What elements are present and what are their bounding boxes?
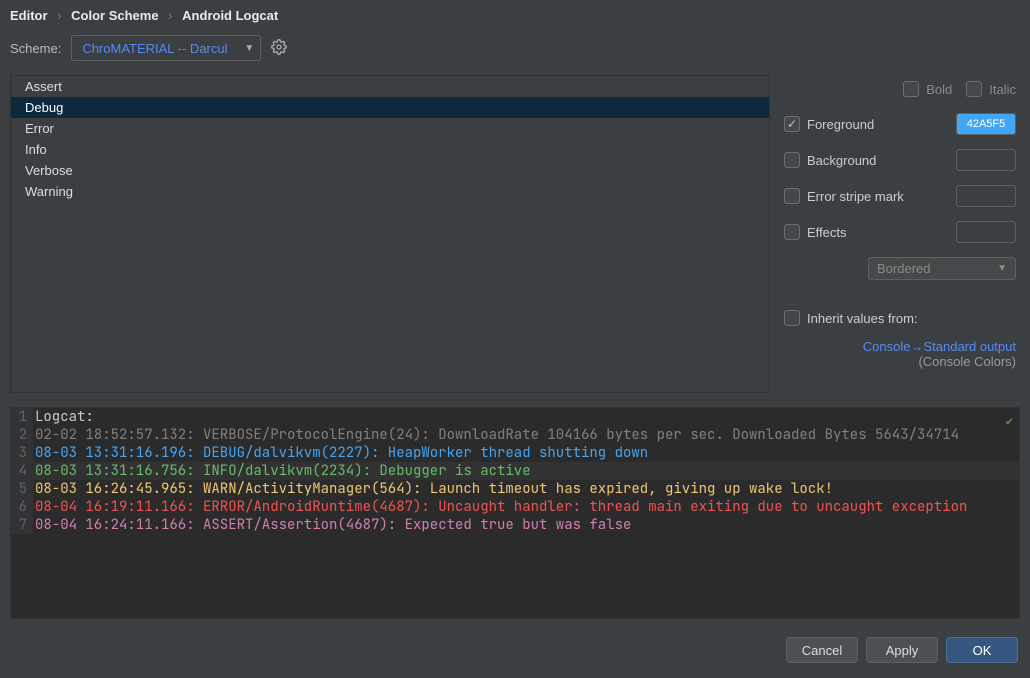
checkbox-icon xyxy=(784,188,800,204)
bold-checkbox[interactable]: Bold xyxy=(903,81,952,97)
apply-button[interactable]: Apply xyxy=(866,637,938,663)
gutter: 2 xyxy=(11,426,33,444)
preview-text: 02-02 18:52:57.132: VERBOSE/ProtocolEngi… xyxy=(33,426,1019,444)
category-item-assert[interactable]: Assert xyxy=(11,76,769,97)
background-checkbox[interactable]: Background xyxy=(784,152,876,168)
category-item-info[interactable]: Info xyxy=(11,139,769,160)
inherit-link[interactable]: Console→Standard output xyxy=(863,339,1016,354)
chevron-down-icon: ▼ xyxy=(244,43,254,54)
checkbox-icon xyxy=(903,81,919,97)
error-stripe-swatch[interactable] xyxy=(956,185,1016,207)
preview-line: 202-02 18:52:57.132: VERBOSE/ProtocolEng… xyxy=(11,426,1019,444)
effects-checkbox[interactable]: Effects xyxy=(784,224,847,240)
breadcrumb-editor[interactable]: Editor xyxy=(10,8,48,23)
inherit-label: Inherit values from: xyxy=(807,311,918,326)
preview-text: 08-04 16:19:11.166: ERROR/AndroidRuntime… xyxy=(33,498,1019,516)
preview-title: Logcat: xyxy=(33,408,1019,426)
gear-icon[interactable] xyxy=(271,39,287,58)
scheme-label: Scheme: xyxy=(10,41,61,56)
chevron-down-icon: ▼ xyxy=(997,263,1007,274)
gutter: 7 xyxy=(11,516,33,534)
preview-line: 308-03 13:31:16.196: DEBUG/dalvikvm(2227… xyxy=(11,444,1019,462)
cancel-button[interactable]: Cancel xyxy=(786,637,858,663)
category-item-error[interactable]: Error xyxy=(11,118,769,139)
foreground-swatch[interactable]: 42A5F5 xyxy=(956,113,1016,135)
preview-line: 708-04 16:24:11.166: ASSERT/Assertion(46… xyxy=(11,516,1019,534)
foreground-label: Foreground xyxy=(807,117,874,132)
checkbox-checked-icon: ✓ xyxy=(784,116,800,132)
background-label: Background xyxy=(807,153,876,168)
preview-line: 408-03 13:31:16.756: INFO/dalvikvm(2234)… xyxy=(11,462,1019,480)
gutter: 4 xyxy=(11,462,33,480)
italic-checkbox[interactable]: Italic xyxy=(966,81,1016,97)
bold-label: Bold xyxy=(926,82,952,97)
effects-type-value: Bordered xyxy=(877,261,930,276)
gutter: 5 xyxy=(11,480,33,498)
breadcrumb-android-logcat[interactable]: Android Logcat xyxy=(182,8,278,23)
background-swatch[interactable] xyxy=(956,149,1016,171)
effects-label: Effects xyxy=(807,225,847,240)
category-list[interactable]: AssertDebugErrorInfoVerboseWarning xyxy=(10,75,770,393)
ok-button[interactable]: OK xyxy=(946,637,1018,663)
preview-pane: ✔ 1 Logcat: 202-02 18:52:57.132: VERBOSE… xyxy=(10,407,1020,619)
category-item-warning[interactable]: Warning xyxy=(11,181,769,202)
inherit-sub: (Console Colors) xyxy=(784,354,1016,369)
check-icon: ✔ xyxy=(1006,412,1013,430)
gutter: 6 xyxy=(11,498,33,516)
preview-text: 08-03 13:31:16.196: DEBUG/dalvikvm(2227)… xyxy=(33,444,1019,462)
gutter: 1 xyxy=(11,408,33,426)
breadcrumb-sep-icon: › xyxy=(51,8,67,23)
category-item-verbose[interactable]: Verbose xyxy=(11,160,769,181)
checkbox-icon xyxy=(784,152,800,168)
preview-text: 08-03 16:26:45.965: WARN/ActivityManager… xyxy=(33,480,1019,498)
scheme-value: ChroMATERIAL -- Darcul xyxy=(82,41,227,56)
checkbox-icon xyxy=(784,310,800,326)
checkbox-icon xyxy=(784,224,800,240)
checkbox-icon xyxy=(966,81,982,97)
foreground-checkbox[interactable]: ✓ Foreground xyxy=(784,116,874,132)
error-stripe-checkbox[interactable]: Error stripe mark xyxy=(784,188,904,204)
preview-text: 08-04 16:24:11.166: ASSERT/Assertion(468… xyxy=(33,516,1019,534)
error-stripe-label: Error stripe mark xyxy=(807,189,904,204)
italic-label: Italic xyxy=(989,82,1016,97)
category-item-debug[interactable]: Debug xyxy=(11,97,769,118)
effects-type-dropdown[interactable]: Bordered ▼ xyxy=(868,257,1016,280)
effects-swatch[interactable] xyxy=(956,221,1016,243)
gutter: 3 xyxy=(11,444,33,462)
breadcrumb: Editor › Color Scheme › Android Logcat xyxy=(0,0,1030,27)
preview-text: 08-03 13:31:16.756: INFO/dalvikvm(2234):… xyxy=(33,462,1019,480)
breadcrumb-sep-icon: › xyxy=(162,8,178,23)
preview-line: 508-03 16:26:45.965: WARN/ActivityManage… xyxy=(11,480,1019,498)
breadcrumb-color-scheme[interactable]: Color Scheme xyxy=(71,8,158,23)
scheme-dropdown[interactable]: ChroMATERIAL -- Darcul ▼ xyxy=(71,35,261,61)
inherit-checkbox[interactable]: Inherit values from: xyxy=(784,310,918,326)
preview-line: 608-04 16:19:11.166: ERROR/AndroidRuntim… xyxy=(11,498,1019,516)
